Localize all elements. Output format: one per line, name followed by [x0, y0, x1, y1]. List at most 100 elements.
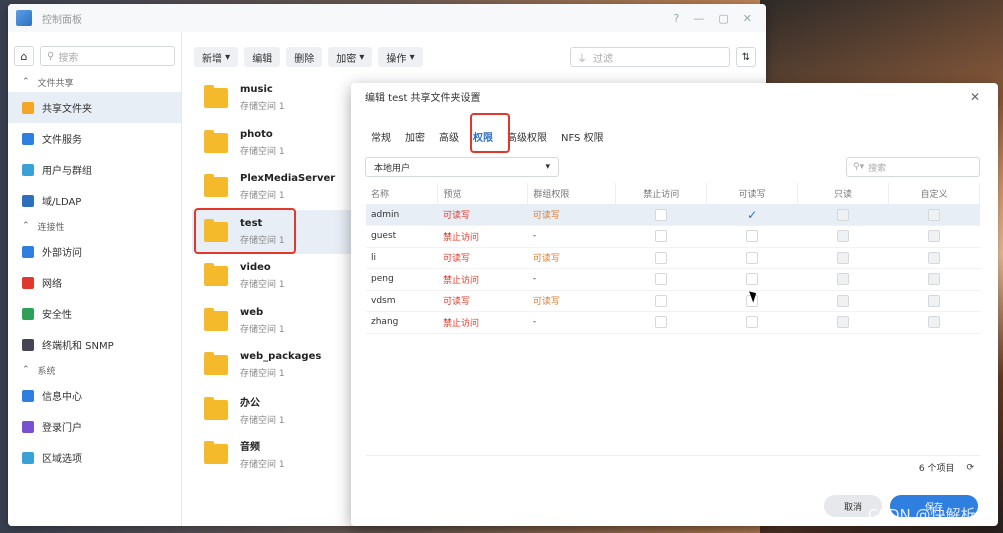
read-only-checkbox[interactable]	[837, 316, 850, 329]
custom-checkbox[interactable]	[928, 230, 940, 243]
tab-4[interactable]: 高级权限	[507, 129, 547, 144]
column-header[interactable]: 自定义	[888, 183, 980, 204]
encrypt-button[interactable]: 加密 ▾	[328, 47, 373, 67]
sidebar-item-terminal[interactable]: 终端机和 SNMP	[8, 329, 181, 360]
user-name: guest	[366, 225, 438, 248]
home-icon[interactable]: ⌂	[14, 46, 34, 66]
help-icon[interactable]: ?	[674, 12, 680, 25]
deny-access-checkbox[interactable]	[655, 273, 668, 286]
read-write-checkbox[interactable]	[746, 230, 759, 243]
read-only-checkbox[interactable]	[837, 251, 850, 264]
folder-icon	[204, 85, 228, 109]
sidebar-item-file-service[interactable]: 文件服务	[8, 123, 181, 154]
sidebar-item-users[interactable]: 用户与群组	[8, 154, 181, 185]
deny-access-checkbox[interactable]	[655, 208, 668, 221]
create-button[interactable]: 新增 ▾	[194, 47, 239, 67]
folder-icon	[204, 263, 228, 287]
sidebar-search-input[interactable]: ⚲ 搜索	[40, 46, 175, 66]
deny-access-checkbox[interactable]	[655, 294, 668, 307]
folder-icon	[204, 174, 228, 198]
sidebar-section-title[interactable]: ⌃ 系统	[8, 360, 181, 380]
delete-button[interactable]: 删除	[286, 47, 323, 67]
sidebar-item-external-access[interactable]: 外部访问	[8, 236, 181, 267]
column-header[interactable]: 名称	[366, 183, 439, 204]
terminal-icon	[22, 338, 34, 351]
action-button[interactable]: 操作 ▾	[378, 47, 423, 67]
dropdown-arrow-icon: ▾	[545, 162, 550, 172]
filter-input[interactable]: ⏚ 过滤	[570, 47, 730, 67]
permission-tab-highlight	[470, 113, 510, 153]
read-write-checkbox-checked[interactable]: ✓	[747, 208, 757, 222]
permission-row[interactable]: admin 可读写 可读写 ✓	[366, 204, 980, 226]
sidebar-section-title[interactable]: ⌃ 文件共享	[8, 72, 181, 92]
custom-checkbox[interactable]	[928, 208, 940, 221]
preview-permission: 可读写	[437, 290, 528, 312]
dialog-close-icon[interactable]: ✕	[970, 90, 980, 104]
sidebar-item-login-portal[interactable]: 登录门户	[8, 411, 181, 442]
deny-access-checkbox[interactable]	[655, 230, 668, 243]
sidebar-item-domain[interactable]: 域/LDAP	[8, 185, 181, 216]
deny-access-checkbox[interactable]	[655, 316, 668, 329]
user-type-select[interactable]: 本地用户 ▾	[365, 157, 559, 177]
folder-volume: 存储空间 1	[240, 191, 285, 202]
user-name: vdsm	[366, 290, 438, 312]
read-write-checkbox[interactable]	[746, 251, 759, 264]
sidebar-item-network[interactable]: 网络	[8, 267, 181, 298]
dialog-tabs: 常规 加密 高级 权限 高级权限 NFS 权限	[351, 109, 998, 149]
tab-5[interactable]: NFS 权限	[561, 129, 604, 144]
custom-checkbox[interactable]	[928, 316, 940, 329]
shared-folder-icon	[22, 101, 34, 114]
sidebar-item-info[interactable]: 信息中心	[8, 380, 181, 411]
folder-volume: 存储空间 1	[240, 146, 285, 157]
minimize-icon[interactable]: —	[693, 12, 704, 25]
permission-row[interactable]: zhang 禁止访问 -	[366, 311, 980, 334]
read-write-checkbox[interactable]	[746, 316, 759, 329]
search-icon: ⚲	[47, 50, 55, 62]
folder-volume: 存储空间 1	[240, 369, 285, 380]
dialog-title: 编辑 test 共享文件夹设置	[365, 92, 481, 104]
permission-row[interactable]: li 可读写 可读写	[366, 247, 980, 269]
toolbar: 新增 ▾ 编辑 删除 加密 ▾ 操作 ▾ ⏚ 过滤 ⇅	[184, 32, 766, 68]
column-header[interactable]: 禁止访问	[615, 183, 708, 204]
read-only-checkbox[interactable]	[837, 230, 850, 243]
read-write-checkbox[interactable]	[746, 273, 759, 286]
maximize-icon[interactable]: ▢	[718, 12, 728, 25]
read-only-checkbox[interactable]	[837, 273, 850, 286]
tab-1[interactable]: 加密	[405, 129, 425, 144]
user-name: peng	[366, 268, 438, 291]
custom-checkbox[interactable]	[928, 294, 940, 307]
preview-permission: 禁止访问	[437, 268, 528, 291]
sidebar-item-region[interactable]: 区域选项	[8, 442, 181, 473]
region-icon	[22, 451, 34, 464]
column-header[interactable]: 预览	[437, 183, 529, 204]
permission-row[interactable]: guest 禁止访问 -	[366, 225, 980, 248]
group-permission: -	[527, 225, 616, 248]
read-only-checkbox[interactable]	[837, 294, 850, 307]
permission-row[interactable]: peng 禁止访问 -	[366, 268, 980, 291]
edit-button[interactable]: 编辑	[244, 47, 281, 67]
collapse-icon: ⌃	[22, 77, 30, 87]
folder-name: web	[240, 306, 264, 318]
tab-2[interactable]: 高级	[439, 129, 459, 144]
folder-name: web_packages	[240, 351, 322, 363]
user-name: zhang	[366, 311, 438, 334]
sidebar-item-shared-folder[interactable]: 共享文件夹	[8, 92, 181, 123]
collapse-icon: ⌃	[22, 221, 30, 231]
custom-checkbox[interactable]	[928, 251, 940, 264]
custom-checkbox[interactable]	[928, 273, 940, 286]
sort-icon[interactable]: ⇅	[736, 47, 756, 67]
dialog-search-input[interactable]: ⚲▾ 搜索	[846, 157, 980, 177]
refresh-icon[interactable]: ⟳	[966, 463, 974, 473]
deny-access-checkbox[interactable]	[655, 251, 668, 264]
sidebar-item-security[interactable]: 安全性	[8, 298, 181, 329]
column-header[interactable]: 群组权限	[527, 183, 617, 204]
column-header[interactable]: 可读写	[706, 183, 799, 204]
tab-0[interactable]: 常规	[371, 129, 391, 144]
column-header[interactable]: 只读	[797, 183, 890, 204]
close-icon[interactable]: ✕	[743, 12, 752, 25]
permission-row[interactable]: vdsm 可读写 可读写	[366, 290, 980, 312]
group-permission: -	[527, 311, 616, 334]
control-panel-logo-icon	[16, 10, 32, 26]
read-only-checkbox[interactable]	[837, 208, 850, 221]
sidebar-section-title[interactable]: ⌃ 连接性	[8, 216, 181, 236]
